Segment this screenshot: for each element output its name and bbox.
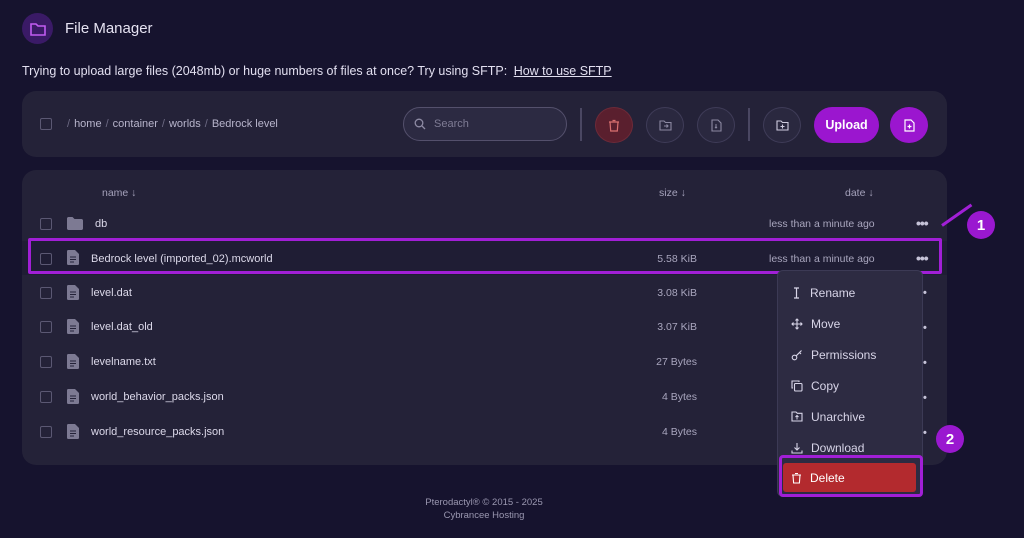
folder-icon [67, 217, 83, 230]
search-box[interactable] [403, 107, 567, 141]
trash-icon [609, 119, 619, 132]
page-title: File Manager [65, 20, 153, 37]
file-row-db[interactable]: db less than a minute ago ••• [22, 207, 947, 241]
search-icon [414, 118, 426, 130]
sftp-notice: Trying to upload large files (2048mb) or… [22, 64, 612, 78]
breadcrumb-worlds[interactable]: worlds [169, 118, 201, 130]
folder-plus-icon [775, 119, 789, 131]
file-icon [67, 424, 79, 439]
callout-highlight-row [28, 238, 942, 274]
row-menu-button[interactable]: ••• [916, 215, 929, 231]
breadcrumb-home[interactable]: home [74, 118, 102, 130]
row-checkbox[interactable] [40, 218, 52, 230]
key-icon [791, 349, 802, 360]
delete-selected-button[interactable] [595, 107, 633, 143]
file-archive-icon [710, 118, 722, 132]
file-icon [67, 354, 79, 369]
file-name: world_behavior_packs.json [91, 391, 224, 403]
move-selected-button[interactable] [646, 107, 684, 143]
footer-host: Cybrancee Hosting [443, 510, 525, 521]
column-header-date[interactable]: date ↓ [845, 187, 874, 199]
breadcrumb: / home / container / worlds / Bedrock le… [67, 118, 278, 130]
callout-badge-2: 2 [936, 425, 964, 453]
unarchive-icon [791, 411, 803, 422]
copy-icon [791, 379, 803, 392]
new-file-button[interactable] [890, 107, 928, 143]
file-name: levelname.txt [91, 356, 156, 368]
file-name: level.dat_old [91, 321, 153, 333]
menu-item-copy[interactable]: Copy [778, 370, 924, 401]
file-name: world_resource_packs.json [91, 426, 225, 438]
menu-item-rename[interactable]: Rename [778, 277, 924, 308]
row-checkbox[interactable] [40, 287, 52, 299]
column-header-name[interactable]: name ↓ [102, 187, 136, 199]
toolbar-divider [580, 108, 582, 141]
row-checkbox[interactable] [40, 356, 52, 368]
file-size: 3.08 KiB [657, 287, 697, 299]
new-folder-button[interactable] [763, 107, 801, 143]
file-icon [67, 319, 79, 334]
archive-selected-button[interactable] [697, 107, 735, 143]
file-size: 27 Bytes [656, 356, 697, 368]
file-date: less than a minute ago [769, 218, 875, 230]
file-size: 3.07 KiB [657, 321, 697, 333]
page-header: File Manager [22, 13, 153, 44]
file-size: 4 Bytes [661, 426, 697, 438]
search-input[interactable] [434, 118, 554, 130]
row-checkbox[interactable] [40, 391, 52, 403]
callout-badge-1: 1 [967, 211, 995, 239]
select-all-checkbox[interactable] [40, 118, 52, 130]
file-size: 4 Bytes [661, 391, 697, 403]
menu-item-move[interactable]: Move [778, 308, 924, 339]
sftp-notice-text: Trying to upload large files (2048mb) or… [22, 64, 508, 78]
breadcrumb-container[interactable]: container [113, 118, 158, 130]
footer: Pterodactyl® © 2015 - 2025 Cybrancee Hos… [0, 496, 968, 522]
sftp-help-link[interactable]: How to use SFTP [514, 64, 612, 78]
menu-item-unarchive[interactable]: Unarchive [778, 401, 924, 432]
file-plus-icon [903, 118, 915, 132]
breadcrumb-current: Bedrock level [211, 118, 278, 130]
upload-button[interactable]: Upload [814, 107, 879, 143]
file-name: db [95, 218, 108, 230]
file-name: level.dat [91, 287, 132, 299]
footer-copyright: Pterodactyl® © 2015 - 2025 [425, 497, 543, 508]
column-header-size[interactable]: size ↓ [659, 187, 686, 199]
file-toolbar: / home / container / worlds / Bedrock le… [22, 91, 947, 157]
row-checkbox[interactable] [40, 321, 52, 333]
callout-highlight-delete [779, 455, 923, 497]
file-icon [67, 389, 79, 404]
cursor-icon [794, 286, 799, 299]
folder-move-icon [658, 119, 672, 131]
toolbar-divider [748, 108, 750, 141]
menu-item-permissions[interactable]: Permissions [778, 339, 924, 370]
row-checkbox[interactable] [40, 426, 52, 438]
file-icon [67, 285, 79, 300]
folder-logo-icon [22, 13, 53, 44]
move-icon [791, 317, 803, 330]
download-icon [791, 442, 803, 454]
